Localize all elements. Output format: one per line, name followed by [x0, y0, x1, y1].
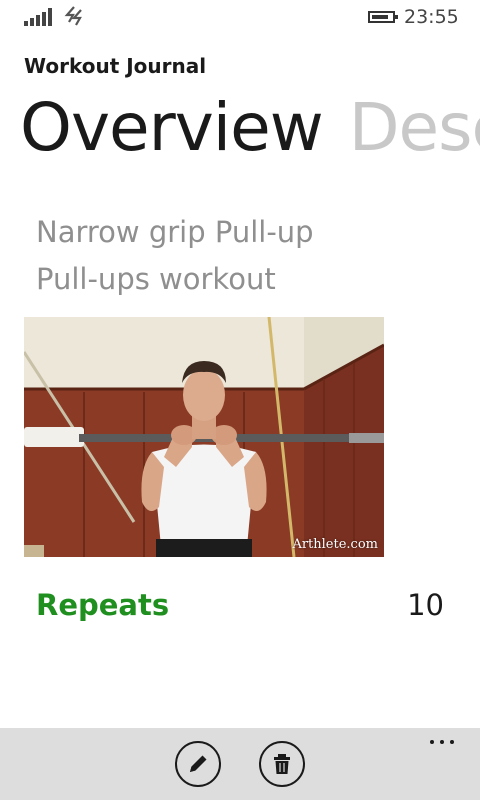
battery-level: [372, 15, 388, 19]
trash-icon: [274, 754, 290, 774]
signal-bars-icon: [24, 8, 54, 26]
status-bar: 23:55: [0, 0, 480, 32]
status-time: 23:55: [404, 6, 459, 28]
screen: 23:55 Workout Journal Overview Desc Narro…: [0, 0, 480, 800]
pivot-header: Overview Desc: [20, 90, 480, 166]
app-bar: [0, 728, 480, 800]
exercise-name: Narrow grip Pull-up: [36, 215, 314, 249]
more-ellipsis-icon[interactable]: [430, 738, 456, 746]
photo-watermark: Arthlete.com: [292, 537, 378, 552]
repeats-label: Repeats: [36, 588, 170, 622]
edit-pencil-icon: [190, 755, 207, 772]
edit-button[interactable]: [175, 741, 221, 787]
repeats-value: 10: [407, 588, 444, 622]
delete-button[interactable]: [259, 741, 305, 787]
pivot-item-description[interactable]: Desc: [349, 89, 480, 166]
app-title: Workout Journal: [24, 54, 207, 78]
battery-icon: [368, 11, 398, 23]
pivot-item-overview[interactable]: Overview: [20, 89, 324, 166]
workout-name: Pull-ups workout: [36, 262, 276, 296]
exercise-photo: Arthlete.com: [24, 317, 384, 557]
data-connection-icon: [64, 5, 84, 27]
